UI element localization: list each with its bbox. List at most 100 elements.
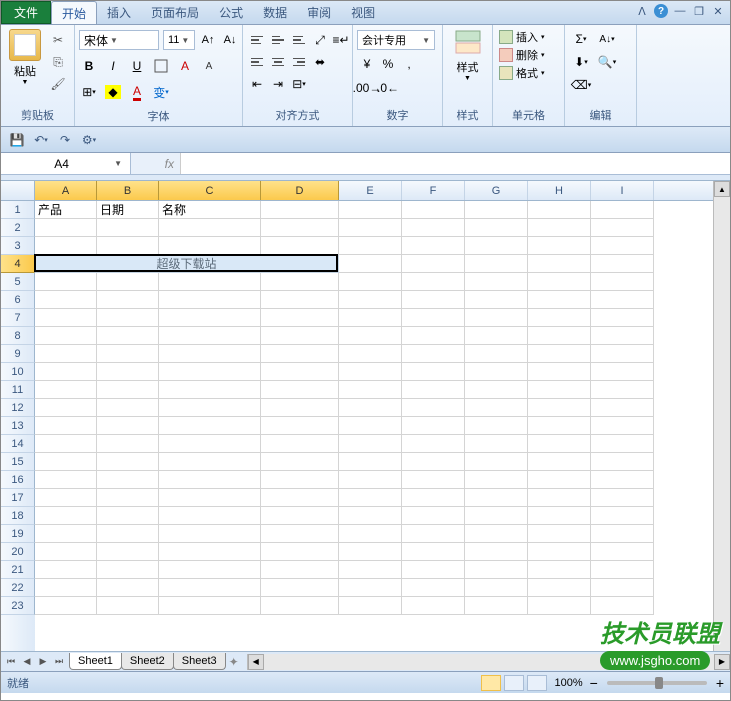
cell-G17[interactable] xyxy=(465,489,528,507)
cell-H12[interactable] xyxy=(528,399,591,417)
cell-G11[interactable] xyxy=(465,381,528,399)
sheet-tab-2[interactable]: Sheet2 xyxy=(121,653,174,670)
select-all-corner[interactable] xyxy=(1,181,35,200)
font-color-button[interactable]: A xyxy=(127,82,147,102)
align-center-icon[interactable] xyxy=(268,52,288,72)
qat-customize-icon[interactable]: ⚙▾ xyxy=(79,130,99,150)
cell-A8[interactable] xyxy=(35,327,97,345)
cell-A14[interactable] xyxy=(35,435,97,453)
cell-F21[interactable] xyxy=(402,561,465,579)
cell-E12[interactable] xyxy=(339,399,402,417)
cell-E5[interactable] xyxy=(339,273,402,291)
cell-F18[interactable] xyxy=(402,507,465,525)
tab-data[interactable]: 数据 xyxy=(253,1,297,24)
cell-I23[interactable] xyxy=(591,597,654,615)
cell-H6[interactable] xyxy=(528,291,591,309)
zoom-in-icon[interactable]: + xyxy=(716,675,724,691)
cell-D15[interactable] xyxy=(261,453,339,471)
cell-G6[interactable] xyxy=(465,291,528,309)
cell-C6[interactable] xyxy=(159,291,261,309)
cell-G13[interactable] xyxy=(465,417,528,435)
cell-F8[interactable] xyxy=(402,327,465,345)
cell-E18[interactable] xyxy=(339,507,402,525)
cell-D2[interactable] xyxy=(261,219,339,237)
cell-I4[interactable] xyxy=(591,255,654,273)
minimize-icon[interactable]: — xyxy=(672,3,688,19)
horizontal-scrollbar[interactable]: ◀ ▶ xyxy=(247,654,730,670)
align-middle-icon[interactable] xyxy=(268,30,288,50)
cell-A11[interactable] xyxy=(35,381,97,399)
cell-A13[interactable] xyxy=(35,417,97,435)
row-header-17[interactable]: 17 xyxy=(1,489,35,507)
cell-E22[interactable] xyxy=(339,579,402,597)
cell-D8[interactable] xyxy=(261,327,339,345)
name-box[interactable]: A4 ▼ xyxy=(1,153,131,174)
cell-F10[interactable] xyxy=(402,363,465,381)
col-header-E[interactable]: E xyxy=(339,181,402,200)
tab-formulas[interactable]: 公式 xyxy=(209,1,253,24)
sheet-tab-1[interactable]: Sheet1 xyxy=(69,653,122,670)
border-button[interactable] xyxy=(151,56,171,76)
cell-F12[interactable] xyxy=(402,399,465,417)
cell-G7[interactable] xyxy=(465,309,528,327)
cell-B21[interactable] xyxy=(97,561,159,579)
cell-I14[interactable] xyxy=(591,435,654,453)
row-header-18[interactable]: 18 xyxy=(1,507,35,525)
tab-home[interactable]: 开始 xyxy=(51,1,97,24)
cell-C22[interactable] xyxy=(159,579,261,597)
cell-C9[interactable] xyxy=(159,345,261,363)
cell-C11[interactable] xyxy=(159,381,261,399)
cell-C12[interactable] xyxy=(159,399,261,417)
comma-icon[interactable]: , xyxy=(399,54,419,74)
cell-F6[interactable] xyxy=(402,291,465,309)
cell-E7[interactable] xyxy=(339,309,402,327)
tab-review[interactable]: 审阅 xyxy=(297,1,341,24)
cell-C5[interactable] xyxy=(159,273,261,291)
cell-E15[interactable] xyxy=(339,453,402,471)
cell-E13[interactable] xyxy=(339,417,402,435)
cell-H3[interactable] xyxy=(528,237,591,255)
cell-I5[interactable] xyxy=(591,273,654,291)
row-header-22[interactable]: 22 xyxy=(1,579,35,597)
cell-F17[interactable] xyxy=(402,489,465,507)
cell-D23[interactable] xyxy=(261,597,339,615)
cell-G14[interactable] xyxy=(465,435,528,453)
cell-B3[interactable] xyxy=(97,237,159,255)
cell-B18[interactable] xyxy=(97,507,159,525)
find-icon[interactable]: 🔍▾ xyxy=(597,52,617,72)
formula-input[interactable] xyxy=(181,153,730,174)
cell-A17[interactable] xyxy=(35,489,97,507)
undo-icon[interactable]: ↶▾ xyxy=(31,130,51,150)
col-header-D[interactable]: D xyxy=(261,181,339,200)
cell-H11[interactable] xyxy=(528,381,591,399)
cell-H1[interactable] xyxy=(528,201,591,219)
col-header-H[interactable]: H xyxy=(528,181,591,200)
number-format-combo[interactable]: 会计专用▼ xyxy=(357,30,435,50)
cell-B2[interactable] xyxy=(97,219,159,237)
cell-C13[interactable] xyxy=(159,417,261,435)
cell-F20[interactable] xyxy=(402,543,465,561)
cell-A22[interactable] xyxy=(35,579,97,597)
row-header-6[interactable]: 6 xyxy=(1,291,35,309)
help-icon[interactable]: ? xyxy=(653,3,669,19)
name-box-arrow-icon[interactable]: ▼ xyxy=(114,159,122,168)
cell-C18[interactable] xyxy=(159,507,261,525)
zoom-level[interactable]: 100% xyxy=(554,677,582,689)
cell-A10[interactable] xyxy=(35,363,97,381)
cell-B11[interactable] xyxy=(97,381,159,399)
cell-D19[interactable] xyxy=(261,525,339,543)
row-header-13[interactable]: 13 xyxy=(1,417,35,435)
orientation-icon[interactable]: ⤢ xyxy=(310,30,330,50)
align-bottom-icon[interactable] xyxy=(289,30,309,50)
cell-A19[interactable] xyxy=(35,525,97,543)
cell-E9[interactable] xyxy=(339,345,402,363)
row-header-16[interactable]: 16 xyxy=(1,471,35,489)
align-right-icon[interactable] xyxy=(289,52,309,72)
cell-D9[interactable] xyxy=(261,345,339,363)
align-left-icon[interactable] xyxy=(247,52,267,72)
underline-button[interactable]: U xyxy=(127,56,147,76)
cell-D22[interactable] xyxy=(261,579,339,597)
cells-area[interactable]: 产品日期名称超级下载站 xyxy=(35,201,713,651)
cell-H5[interactable] xyxy=(528,273,591,291)
border-dropdown[interactable]: ⊞▾ xyxy=(79,82,99,102)
